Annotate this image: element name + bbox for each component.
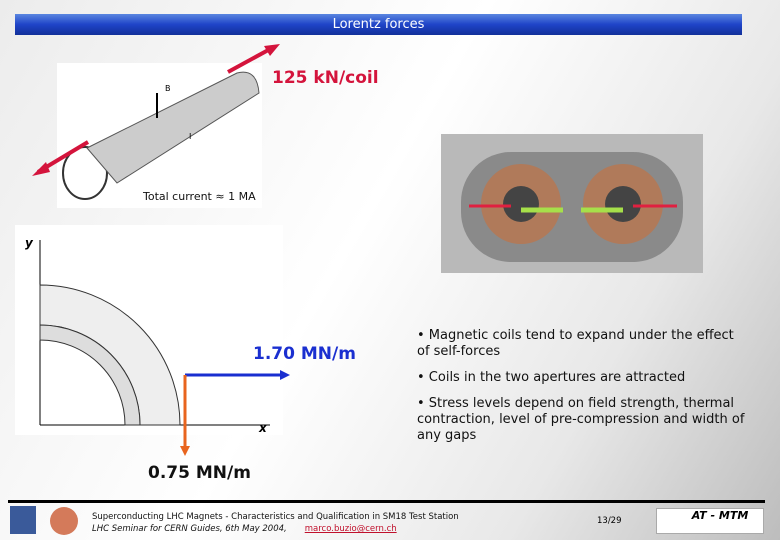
footer-seminar: LHC Seminar for CERN Guides, 6th May 200… [92,524,287,534]
bullet-item: • Coils in the two apertures are attract… [417,370,686,385]
vertical-force-label: 0.75 MN/m [148,463,251,483]
footer-subtitle: LHC Seminar for CERN Guides, 6th May 200… [92,524,397,534]
bullet-item: • Magnetic coils tend to expand under th… [417,328,734,359]
email-link[interactable]: marco.buzio@cern.ch [305,524,397,534]
cern-logo [10,506,36,534]
coil-force-arrows [180,370,290,456]
at-mtm-logo: AT - MTM [656,508,764,534]
footer-divider [8,500,765,503]
bullet-item: • Stress levels depend on field strength… [417,396,745,443]
magnet-logo [50,507,78,535]
bullet-list: • Magnetic coils tend to expand under th… [417,328,747,454]
page-number: 13/29 [597,516,622,526]
footer-title: Superconducting LHC Magnets - Characteri… [92,512,459,522]
horizontal-force-label: 1.70 MN/m [253,344,356,364]
